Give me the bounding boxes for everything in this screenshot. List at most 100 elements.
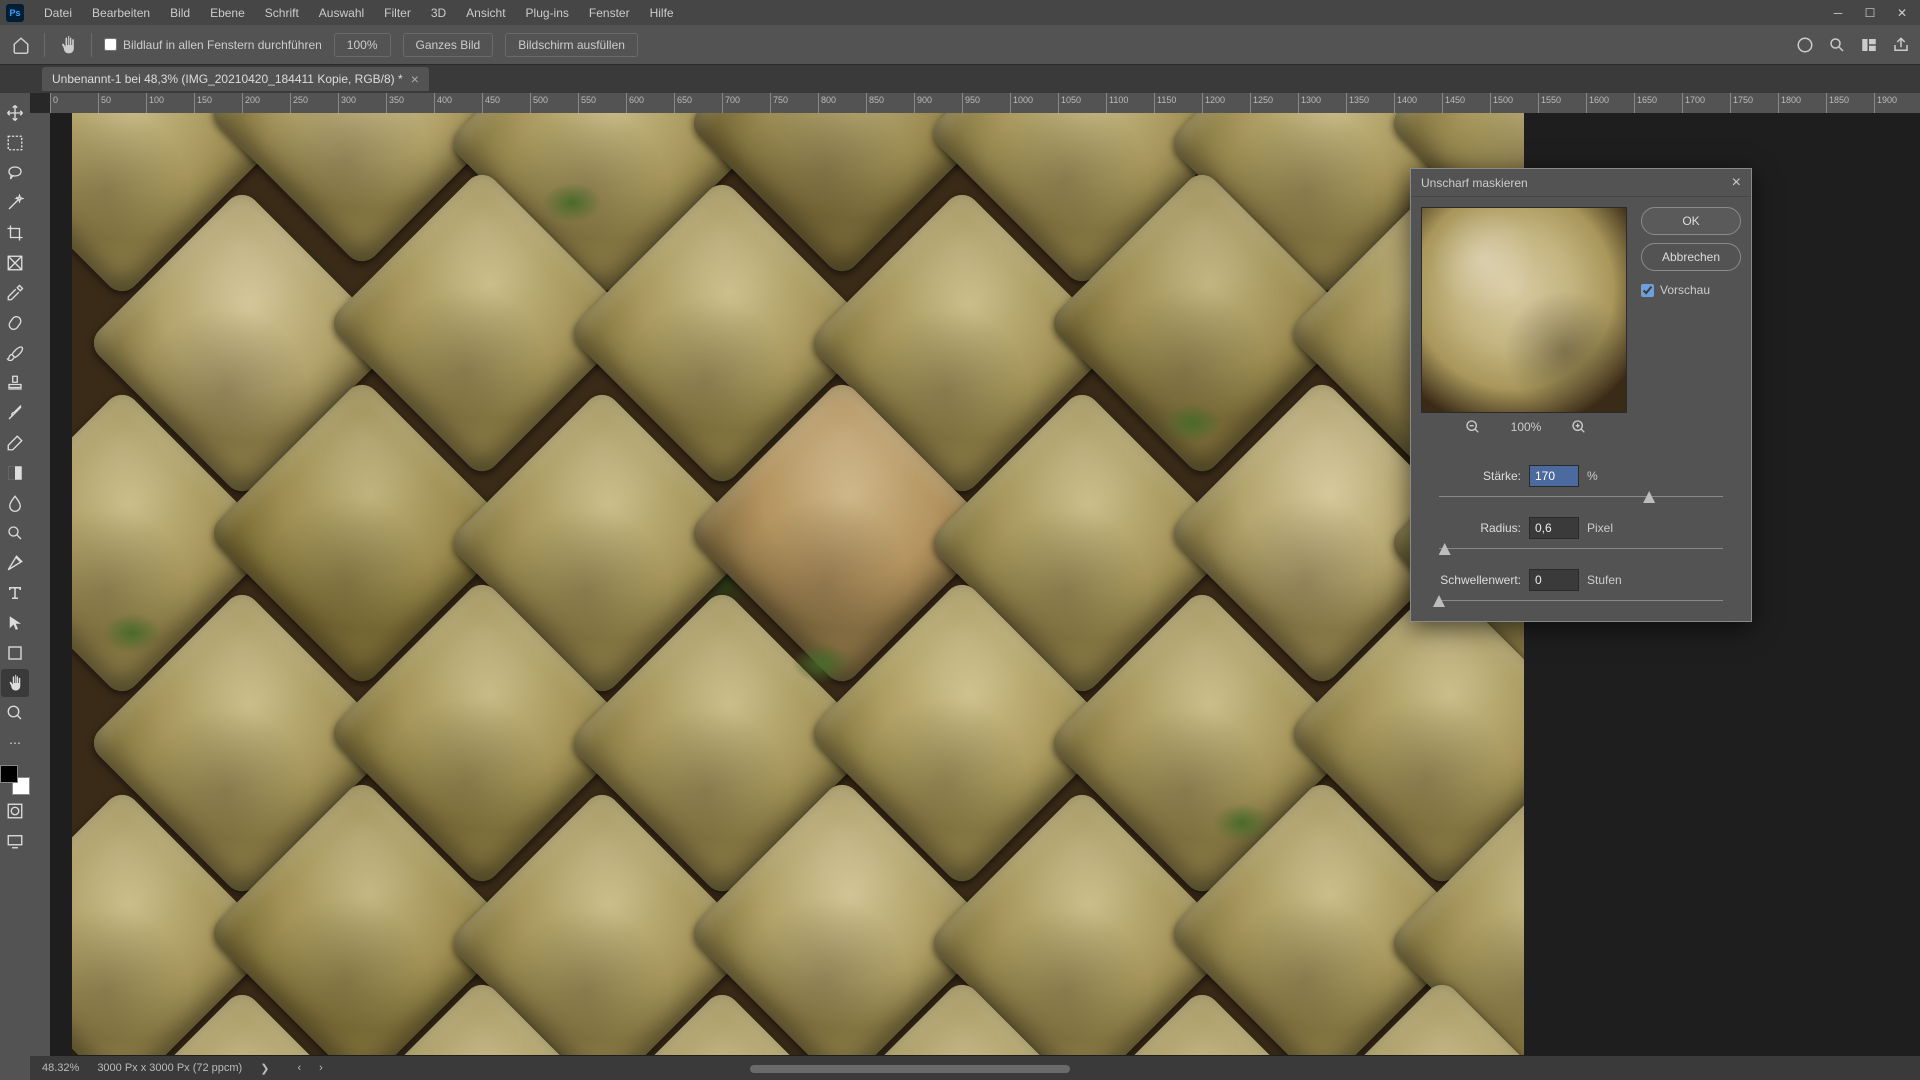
horizontal-scrollbar[interactable] <box>750 1064 1920 1074</box>
shape-tool-icon[interactable] <box>1 639 29 667</box>
menu-datei[interactable]: Datei <box>36 3 80 23</box>
status-chevron-icon[interactable]: ❯ <box>260 1062 269 1075</box>
blur-tool-icon[interactable] <box>1 489 29 517</box>
preview-zoom-value: 100% <box>1511 420 1542 434</box>
edit-toolbar-icon[interactable]: ⋯ <box>1 729 29 757</box>
screenmode-icon[interactable] <box>1 827 29 855</box>
minimize-icon[interactable]: ─ <box>1826 3 1850 23</box>
close-dialog-icon[interactable]: × <box>1732 174 1741 192</box>
foreground-background-colors[interactable] <box>0 765 30 795</box>
menu-3d[interactable]: 3D <box>423 3 454 23</box>
amount-slider[interactable] <box>1439 491 1723 503</box>
document-image <box>72 113 1524 1055</box>
radius-unit: Pixel <box>1587 521 1613 535</box>
history-brush-tool-icon[interactable] <box>1 399 29 427</box>
ruler-tick: 100 <box>146 93 194 113</box>
eraser-tool-icon[interactable] <box>1 429 29 457</box>
menu-hilfe[interactable]: Hilfe <box>642 3 682 23</box>
gradient-tool-icon[interactable] <box>1 459 29 487</box>
preview-thumbnail[interactable] <box>1421 207 1627 413</box>
horizontal-ruler[interactable]: 0501001502002503003504004505005506006507… <box>50 93 1920 113</box>
type-tool-icon[interactable] <box>1 579 29 607</box>
menu-bild[interactable]: Bild <box>162 3 198 23</box>
close-tab-icon[interactable]: × <box>411 71 419 87</box>
wand-tool-icon[interactable] <box>1 189 29 217</box>
lasso-tool-icon[interactable] <box>1 159 29 187</box>
ruler-tick: 150 <box>194 93 242 113</box>
dodge-tool-icon[interactable] <box>1 519 29 547</box>
ruler-tick: 1200 <box>1202 93 1250 113</box>
tool-palette: ⋯ <box>0 93 30 1080</box>
scroll-all-label: Bildlauf in allen Fenstern durchführen <box>123 38 322 52</box>
marquee-tool-icon[interactable] <box>1 129 29 157</box>
menu-fenster[interactable]: Fenster <box>581 3 638 23</box>
dialog-titlebar[interactable]: Unscharf maskieren × <box>1411 169 1751 197</box>
ruler-tick: 300 <box>338 93 386 113</box>
maximize-icon[interactable]: ☐ <box>1858 3 1882 23</box>
ok-button[interactable]: OK <box>1641 207 1741 235</box>
move-tool-icon[interactable] <box>1 99 29 127</box>
heal-tool-icon[interactable] <box>1 309 29 337</box>
ruler-tick: 1300 <box>1298 93 1346 113</box>
ruler-tick: 1050 <box>1058 93 1106 113</box>
ruler-tick: 1900 <box>1874 93 1920 113</box>
ruler-tick: 700 <box>722 93 770 113</box>
cancel-button[interactable]: Abbrechen <box>1641 243 1741 271</box>
fit-screen-button[interactable]: Ganzes Bild <box>403 33 494 57</box>
ruler-tick: 200 <box>242 93 290 113</box>
foreground-color-swatch[interactable] <box>0 765 18 783</box>
hand-tool-icon[interactable] <box>57 34 79 56</box>
path-select-tool-icon[interactable] <box>1 609 29 637</box>
workspace-icon[interactable] <box>1860 36 1878 54</box>
ruler-tick: 1550 <box>1538 93 1586 113</box>
menu-plugins[interactable]: Plug-ins <box>518 3 577 23</box>
close-window-icon[interactable]: ✕ <box>1890 3 1914 23</box>
menu-ebene[interactable]: Ebene <box>202 3 253 23</box>
eyedropper-tool-icon[interactable] <box>1 279 29 307</box>
crop-tool-icon[interactable] <box>1 219 29 247</box>
app-icon: Ps <box>6 4 24 22</box>
stamp-tool-icon[interactable] <box>1 369 29 397</box>
threshold-input[interactable] <box>1529 569 1579 591</box>
status-nav-right-icon[interactable]: › <box>319 1062 323 1074</box>
radius-slider[interactable] <box>1439 543 1723 555</box>
amount-input[interactable] <box>1529 465 1579 487</box>
ruler-tick: 650 <box>674 93 722 113</box>
zoom-100-button[interactable]: 100% <box>334 33 391 57</box>
zoom-out-icon[interactable] <box>1465 419 1481 435</box>
vertical-ruler[interactable] <box>30 113 50 1056</box>
brush-tool-icon[interactable] <box>1 339 29 367</box>
zoom-in-icon[interactable] <box>1571 419 1587 435</box>
quickmask-icon[interactable] <box>1 797 29 825</box>
document-tab[interactable]: Unbenannt-1 bei 48,3% (IMG_20210420_1844… <box>42 67 429 91</box>
frame-tool-icon[interactable] <box>1 249 29 277</box>
menu-filter[interactable]: Filter <box>376 3 419 23</box>
ruler-tick: 600 <box>626 93 674 113</box>
ruler-tick: 1400 <box>1394 93 1442 113</box>
home-icon[interactable] <box>10 34 32 56</box>
ruler-tick: 950 <box>962 93 1010 113</box>
threshold-slider[interactable] <box>1439 595 1723 607</box>
scroll-all-windows-checkbox[interactable]: Bildlauf in allen Fenstern durchführen <box>104 38 322 52</box>
pen-tool-icon[interactable] <box>1 549 29 577</box>
menu-schrift[interactable]: Schrift <box>257 3 307 23</box>
fill-screen-button[interactable]: Bildschirm ausfüllen <box>505 33 638 57</box>
menu-bearbeiten[interactable]: Bearbeiten <box>84 3 158 23</box>
cloud-icon[interactable] <box>1796 36 1814 54</box>
hand-tool-icon[interactable] <box>1 669 29 697</box>
radius-input[interactable] <box>1529 517 1579 539</box>
preview-checkbox-label: Vorschau <box>1660 283 1710 297</box>
status-nav-left-icon[interactable]: ‹ <box>297 1062 301 1074</box>
menu-auswahl[interactable]: Auswahl <box>311 3 372 23</box>
ruler-tick: 1600 <box>1586 93 1634 113</box>
menu-ansicht[interactable]: Ansicht <box>458 3 513 23</box>
zoom-tool-icon[interactable] <box>1 699 29 727</box>
search-icon[interactable] <box>1828 36 1846 54</box>
window-menu-bar: Ps Datei Bearbeiten Bild Ebene Schrift A… <box>0 0 1920 25</box>
ruler-tick: 0 <box>50 93 98 113</box>
share-icon[interactable] <box>1892 36 1910 54</box>
ruler-tick: 1150 <box>1154 93 1202 113</box>
preview-checkbox[interactable]: Vorschau <box>1641 283 1741 297</box>
status-dimensions: 3000 Px x 3000 Px (72 ppcm) <box>97 1062 242 1074</box>
document-tab-bar: Unbenannt-1 bei 48,3% (IMG_20210420_1844… <box>0 65 1920 93</box>
